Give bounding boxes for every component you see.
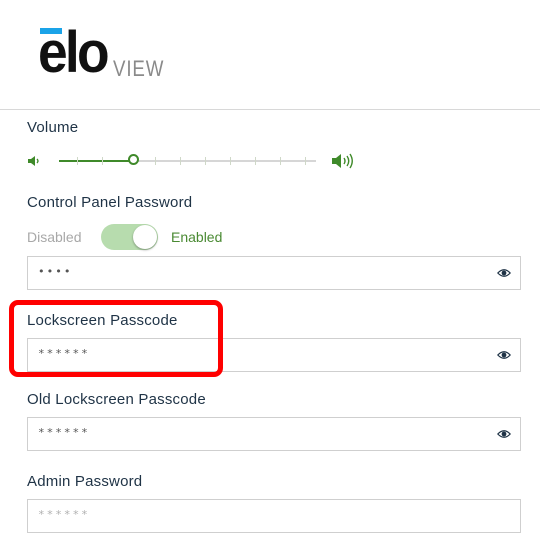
slider-tick <box>205 157 206 165</box>
slider-tick <box>305 157 306 165</box>
slider-tick <box>102 157 103 165</box>
control-panel-password-label: Control Panel Password <box>27 194 193 211</box>
control-panel-password-value: •••• <box>38 265 73 278</box>
admin-password-label: Admin Password <box>27 473 143 490</box>
slider-tick <box>180 157 181 165</box>
slider-tick <box>255 157 256 165</box>
volume-slider-thumb[interactable] <box>128 154 139 165</box>
control-panel-password-toggle[interactable] <box>101 224 158 250</box>
app-header: elo VIEW <box>0 0 540 110</box>
logo-view-text: VIEW <box>113 56 165 81</box>
show-old-passcode-eye-icon[interactable] <box>497 428 511 440</box>
toggle-knob[interactable] <box>133 225 157 249</box>
old-lockscreen-passcode-value: ****** <box>38 426 90 439</box>
control-panel-password-field[interactable]: •••• <box>27 256 521 290</box>
slider-tick <box>230 157 231 165</box>
show-password-eye-icon[interactable] <box>497 267 511 279</box>
toggle-disabled-label: Disabled <box>27 229 82 245</box>
volume-slider-fill <box>59 160 136 162</box>
show-passcode-eye-icon[interactable] <box>497 349 511 361</box>
volume-low-icon[interactable] <box>27 155 41 167</box>
volume-label: Volume <box>27 119 79 136</box>
slider-tick <box>77 157 78 165</box>
admin-password-field[interactable]: ****** <box>27 499 521 533</box>
highlight-annotation-box <box>9 300 223 377</box>
volume-high-icon[interactable] <box>331 152 355 170</box>
toggle-enabled-label: Enabled <box>171 229 223 245</box>
admin-password-placeholder: ****** <box>38 508 90 521</box>
slider-tick <box>280 157 281 165</box>
old-lockscreen-passcode-label: Old Lockscreen Passcode <box>27 391 206 408</box>
logo-elo-text: elo <box>38 20 110 85</box>
old-lockscreen-passcode-field[interactable]: ****** <box>27 417 521 451</box>
slider-tick <box>155 157 156 165</box>
